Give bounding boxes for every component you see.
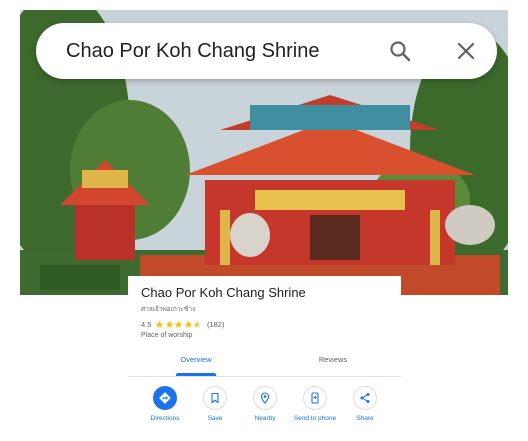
active-tab-indicator: [176, 373, 216, 376]
share-button[interactable]: Share: [340, 386, 390, 422]
review-count[interactable]: (182): [207, 320, 225, 329]
close-icon[interactable]: [454, 39, 478, 63]
search-bar[interactable]: Chao Por Koh Chang Shrine: [36, 23, 497, 79]
tab-bar: Overview Reviews: [128, 350, 401, 377]
rating-stars: [155, 320, 203, 329]
star-half-icon: [194, 320, 202, 328]
directions-label: Directions: [150, 415, 180, 422]
search-icon[interactable]: [388, 39, 412, 63]
search-input[interactable]: Chao Por Koh Chang Shrine: [66, 23, 320, 79]
send-to-phone-button[interactable]: Send to phone: [290, 386, 340, 422]
share-label: Share: [356, 415, 374, 422]
star-icon: [156, 320, 164, 328]
directions-button[interactable]: Directions: [140, 386, 190, 422]
nearby-label: Nearby: [254, 415, 276, 422]
bookmark-icon: [211, 392, 219, 404]
star-icon: [175, 320, 183, 328]
save-button[interactable]: Save: [190, 386, 240, 422]
nearby-icon: [260, 392, 270, 404]
save-label: Save: [207, 415, 223, 422]
rating-value: 4.5: [141, 319, 152, 329]
place-local-name: ศาลเจ้าพ่อเกาะช้าง: [141, 306, 196, 313]
directions-icon: [159, 392, 171, 404]
action-bar: Directions Save Nearby Send to phone Sha…: [128, 386, 401, 436]
send-to-phone-label: Send to phone: [293, 415, 337, 422]
send-to-phone-icon: [311, 392, 319, 404]
star-icon: [165, 320, 174, 328]
nearby-button[interactable]: Nearby: [240, 386, 290, 422]
place-category: Place of worship: [141, 332, 193, 339]
place-title: Chao Por Koh Chang Shrine: [141, 285, 306, 300]
tab-reviews[interactable]: Reviews: [265, 350, 401, 376]
star-icon: [184, 320, 193, 328]
place-card: Chao Por Koh Chang Shrine ศาลเจ้าพ่อเกาะ…: [128, 276, 401, 441]
rating-row[interactable]: 4.5 (182): [141, 318, 224, 330]
share-icon: [360, 393, 370, 403]
